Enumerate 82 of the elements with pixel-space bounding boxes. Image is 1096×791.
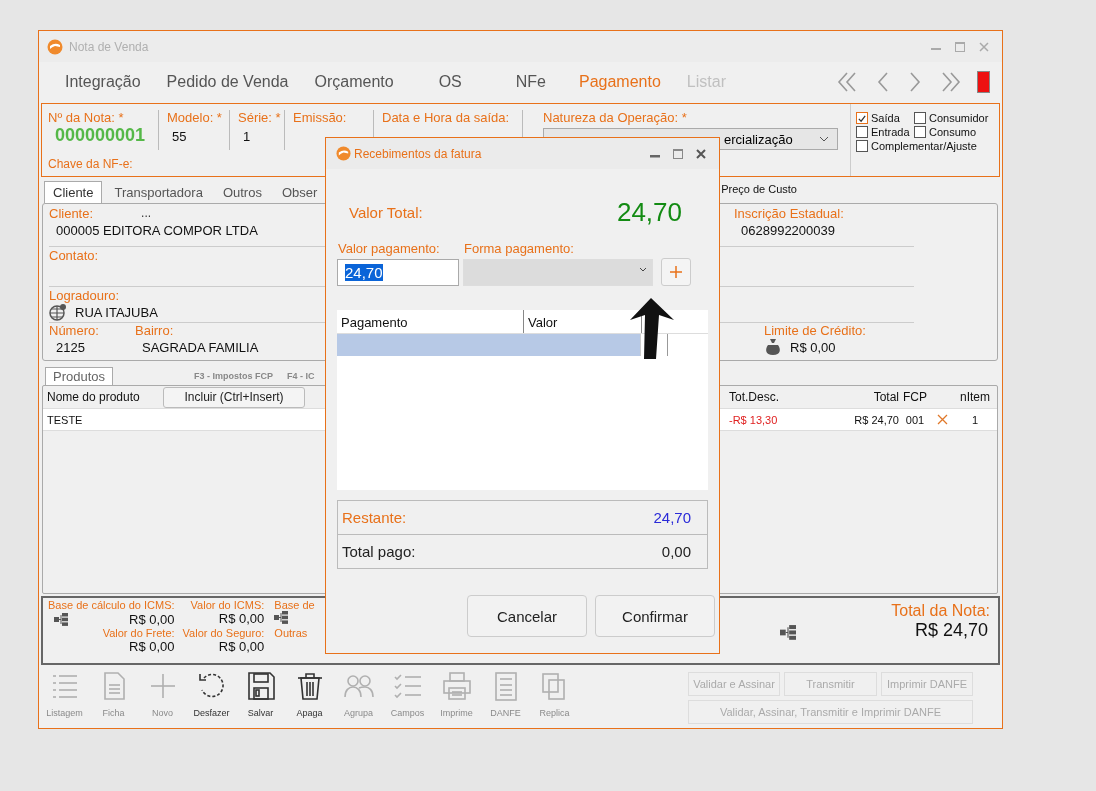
column-header: Tot.Desc. [729, 390, 780, 404]
column-header: FCP [902, 390, 928, 404]
field-label: Base de cálculo do ICMS: [48, 599, 175, 611]
tab[interactable]: Transportadora [106, 182, 211, 203]
remaining-label: Restante: [342, 509, 407, 526]
field-label: Valor do Seguro: [182, 627, 265, 639]
field-label: Nº da Nota: * [48, 110, 125, 125]
field-label: Limite de Crédito: [764, 323, 866, 338]
field-value: R$ 0,00 [217, 611, 265, 627]
tab[interactable]: Outros [214, 182, 270, 203]
field-value: 1 [242, 129, 252, 144]
table-cell-text: TESTE [47, 413, 84, 426]
field-label: Contato: [49, 248, 99, 263]
checkbox[interactable]: Saída [856, 112, 914, 124]
search-link[interactable]: ... [141, 206, 152, 221]
field-label: Valor do Frete: [101, 627, 175, 639]
dialog-button[interactable]: Cancelar [467, 595, 587, 637]
nav-tab[interactable]: Integração [52, 73, 154, 91]
field-value: R$ 0,00 [128, 639, 175, 654]
field-label: Bairro: [135, 323, 175, 338]
table-cell-text: R$ 24,70 [853, 413, 899, 426]
tab[interactable]: Produtos [45, 367, 114, 385]
field-label: Base de [273, 599, 315, 611]
table-cell-text: 001 [904, 413, 926, 426]
window-title: Nota de Venda [69, 39, 149, 54]
total-label: Valor Total: [349, 204, 423, 221]
add-product-button[interactable]: Incluir (Ctrl+Insert) [163, 386, 305, 408]
nav-tab[interactable]: OS [406, 73, 492, 91]
column-header: Pagamento [337, 310, 524, 333]
total-label: Total da Nota: [891, 602, 990, 620]
tab[interactable]: Cliente [44, 181, 103, 203]
field-label: Modelo: * [167, 110, 223, 125]
field-value: 2125 [55, 339, 86, 355]
field-label: Chave da NF-e: [48, 157, 134, 171]
option-label: Preço de Custo [721, 183, 797, 197]
total-value: 24,70 [616, 197, 682, 228]
field-label: Valor pagamento: [337, 241, 441, 256]
shortcut-hint: F4 - IC [287, 371, 315, 383]
field-label: Valor do ICMS: [189, 599, 265, 611]
dialog-button[interactable]: Confirmar [595, 595, 715, 637]
toolbar-button[interactable]: Desfazer [187, 670, 236, 718]
field-value: R$ 0,00 [129, 611, 175, 627]
toolbar-button[interactable]: Salvar [236, 670, 285, 718]
remaining-value: 24,70 [653, 509, 691, 526]
field-value: 0628992200039 [740, 222, 836, 238]
total-value: R$ 24,70 [914, 620, 988, 641]
checkbox[interactable]: Consumo [914, 126, 989, 138]
column-header: Nome do produto [47, 390, 141, 404]
field-value: 000005 EDITORA COMPOR LTDA [55, 222, 258, 238]
field-label: Logradouro: [49, 288, 120, 303]
field-value: R$ 0,00 [217, 639, 265, 654]
field-value: 000000001 [54, 125, 147, 146]
dialog-title: Recebimentos da fatura [354, 146, 482, 161]
checkbox[interactable]: Entrada [856, 126, 914, 138]
shortcut-hint: F3 - Impostos FCP [194, 371, 274, 383]
table-cell-text: 1 [970, 413, 980, 426]
nav-tab[interactable]: Orçamento [301, 73, 407, 91]
field-label: Emissão: [293, 110, 348, 125]
checkbox[interactable]: Consumidor [914, 112, 989, 124]
field-label: Inscrição Estadual: [734, 206, 844, 221]
toolbar-button[interactable]: Apaga [285, 670, 334, 718]
field-label: Série: * [238, 110, 282, 125]
field-value: SAGRADA FAMILIA [141, 339, 259, 355]
column-header: nItem [959, 390, 991, 404]
tab[interactable]: Obser [273, 182, 326, 203]
field-label: Data e Hora da saída: [382, 110, 511, 125]
column-header: Total [872, 390, 899, 404]
nav-tab[interactable]: NFe [491, 73, 566, 91]
checkbox[interactable]: Complementar/Ajuste [856, 140, 989, 152]
field-value: 55 [171, 129, 188, 144]
field-label: Outras [273, 627, 309, 639]
nav-tab[interactable]: Pedido de Venda [153, 73, 302, 91]
field-label: Forma pagamento: [463, 241, 575, 256]
field-label: Número: [49, 323, 100, 338]
amount-input[interactable]: 24,70 [337, 259, 459, 286]
field-label: Cliente: [49, 206, 94, 221]
field-value: RUA ITAJUBA [74, 304, 158, 320]
paid-label: Total pago: [342, 543, 416, 560]
field-label: Natureza da Operação: * [543, 110, 688, 125]
table-cell-text: -R$ 13,30 [729, 413, 779, 426]
paid-value: 0,00 [661, 543, 691, 560]
field-value: R$ 0,00 [789, 339, 836, 355]
